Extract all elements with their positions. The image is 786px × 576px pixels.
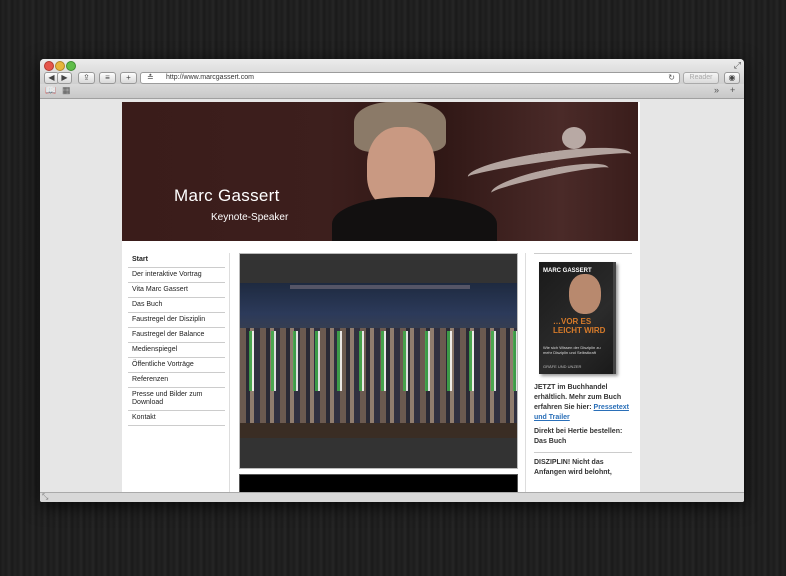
stage-floor <box>240 423 517 438</box>
nav-item-oeffentliche-vortraege[interactable]: Öffentliche Vorträge <box>128 358 225 373</box>
downloads-button[interactable]: ◉ <box>724 72 740 84</box>
share-icon: ⇪ <box>83 73 90 82</box>
web-page: Marc Gassert Keynote-Speaker Start Der i… <box>122 102 640 492</box>
order-text: Direkt bei Hertie bestellen: <box>534 428 623 435</box>
stage-lights <box>290 285 470 289</box>
site-title: Marc Gassert <box>174 186 280 205</box>
nav-item-faustregel-balance[interactable]: Faustregel der Balance <box>128 328 225 343</box>
zoom-window-button[interactable] <box>66 61 76 71</box>
top-sites-icon[interactable]: ▦ <box>62 85 71 96</box>
bookmarks-bar: 📖 ▦ » + <box>40 84 744 99</box>
speaker-photo-body <box>332 197 497 241</box>
sidebar-rule <box>534 253 632 254</box>
reload-icon[interactable]: ↻ <box>668 73 675 83</box>
audience-photo <box>240 283 517 438</box>
nav-item-kontakt[interactable]: Kontakt <box>128 411 225 426</box>
overflow-icon[interactable]: » <box>714 85 719 95</box>
order-book-link[interactable]: Das Buch <box>534 438 566 445</box>
video-player[interactable] <box>239 474 518 492</box>
site-subtitle: Keynote-Speaker <box>211 212 289 223</box>
nav-item-start[interactable]: Start <box>128 253 225 268</box>
book-cover[interactable]: MARC GASSERT …VOR ES LEICHT WIRD Wie sic… <box>539 262 616 374</box>
url-text: http://www.marcgassert.com <box>166 74 254 81</box>
fullscreen-icon[interactable]: ⤢ <box>734 60 741 71</box>
column-divider <box>229 253 230 492</box>
resize-icon[interactable]: ⤡ <box>42 492 48 502</box>
close-window-button[interactable] <box>44 61 54 71</box>
book-cover-photo <box>569 274 601 314</box>
main-navigation: Start Der interaktive Vortrag Vita Marc … <box>128 253 225 426</box>
status-bar: ⤡ <box>40 492 744 502</box>
right-sidebar: MARC GASSERT …VOR ES LEICHT WIRD Wie sic… <box>534 253 632 478</box>
nav-item-referenzen[interactable]: Referenzen <box>128 373 225 388</box>
back-icon: ◀ <box>48 73 55 82</box>
new-tab-icon: + <box>126 73 131 82</box>
web-viewport: Marc Gassert Keynote-Speaker Start Der i… <box>40 99 744 492</box>
logo-icon <box>562 127 586 149</box>
address-bar[interactable]: ≛ http://www.marcgassert.com ↻ <box>140 72 680 84</box>
book-publisher: GRÄFE UND UNZER <box>543 364 582 369</box>
site-icon: ≛ <box>147 73 154 82</box>
downloads-icon: ◉ <box>728 73 736 82</box>
forward-button[interactable]: ▶ <box>57 72 72 84</box>
share-button[interactable]: ⇪ <box>78 72 95 84</box>
order-promo: Direkt bei Hertie bestellen: Das Buch <box>534 427 632 447</box>
reader-button[interactable]: Reader <box>683 72 719 84</box>
column-divider-right <box>525 253 526 492</box>
book-title: …VOR ES LEICHT WIRD <box>553 317 606 335</box>
forward-icon: ▶ <box>61 73 68 82</box>
title-bar: ⤢ ◀ ▶ ⇪ ≡ + ≛ http://www.marcgassert.com… <box>40 59 744 84</box>
nav-item-das-buch[interactable]: Das Buch <box>128 298 225 313</box>
bookmarks-icon[interactable]: 📖 <box>45 85 56 96</box>
new-tab-button[interactable]: + <box>120 72 137 84</box>
nav-item-presse-download[interactable]: Presse und Bilder zum Download <box>128 388 225 411</box>
add-tab-icon[interactable]: + <box>730 85 735 95</box>
minimize-window-button[interactable] <box>55 61 65 71</box>
nav-item-vita[interactable]: Vita Marc Gassert <box>128 283 225 298</box>
header-banner: Marc Gassert Keynote-Speaker <box>122 102 638 241</box>
audience-cards <box>240 331 517 391</box>
reading-list-button[interactable]: ≡ <box>99 72 116 84</box>
teaser-text: DISZIPLIN! Nicht das Anfangen wird beloh… <box>534 459 612 476</box>
nav-item-interaktiver-vortrag[interactable]: Der interaktive Vortrag <box>128 268 225 283</box>
nav-item-faustregel-disziplin[interactable]: Faustregel der Disziplin <box>128 313 225 328</box>
reading-list-icon: ≡ <box>105 73 110 82</box>
book-subtitle: Wie sich Wissen der Disziplin zu mehr Di… <box>543 345 601 355</box>
slideshow[interactable] <box>239 253 518 469</box>
book-promo: JETZT im Buchhandel erhältlich. Mehr zum… <box>534 383 632 423</box>
browser-window: ⤢ ◀ ▶ ⇪ ≡ + ≛ http://www.marcgassert.com… <box>40 59 744 502</box>
nav-item-medienspiegel[interactable]: Medienspiegel <box>128 343 225 358</box>
sidebar-rule-2 <box>534 452 632 453</box>
